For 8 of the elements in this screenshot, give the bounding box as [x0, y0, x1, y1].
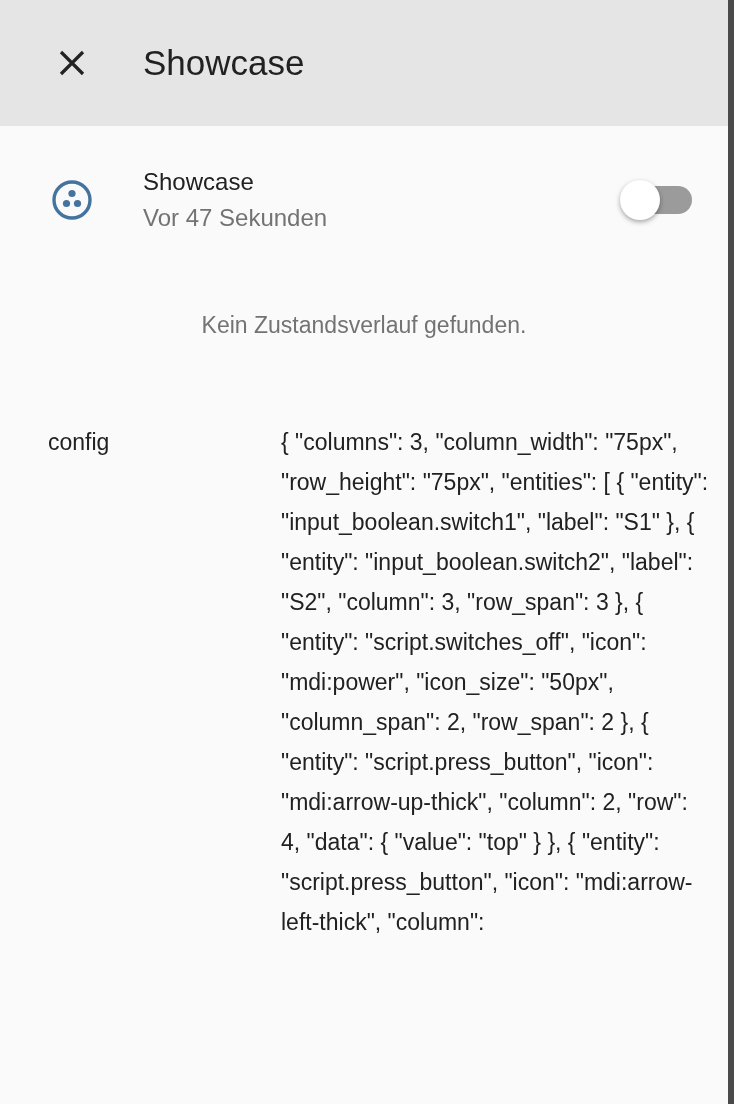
dialog-title: Showcase	[143, 43, 305, 83]
last-changed-text: Vor 47 Sekunden	[143, 204, 329, 232]
close-icon	[59, 50, 85, 76]
empty-history-message: Kein Zustandsverlauf gefunden.	[201, 312, 527, 338]
entity-name: Showcase	[143, 168, 255, 196]
dots-circle-icon	[51, 179, 93, 221]
attribute-name: config	[47, 428, 111, 457]
attribute-value: { "columns": 3, "column_width": "75px", "row_height": "75px", "entities": [ { "entity": "input_boolean.switch1", "label": "S1" }, { "entity": "input_boolean.switch2", "label": "S2", "column": 3, "row_span": 3 }, { "entity": "script.switches_off", "icon": "mdi:power", "icon_size": "50px", "column_span": 2, "row_span": 2 }, { "entity": "script.press_button", "icon": "mdi:arrow-up-thick", "column": 2, "row": 4, "data": { "value": "top" } }, { "entity": "script.press_button", "icon": "mdi:arrow-left-thick", "column":	[281, 428, 710, 937]
